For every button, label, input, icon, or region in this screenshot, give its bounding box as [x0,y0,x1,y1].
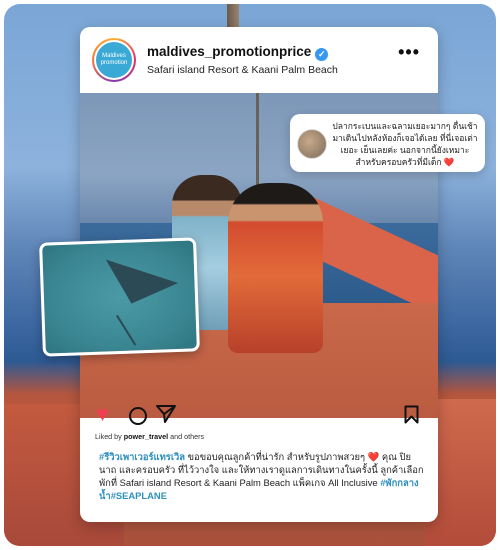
post-caption: #รีวิวเพาเวอร์แทรเวิล ขอขอบคุณลูกค้าที่น… [99,450,424,502]
avatar-logo: Maldives promotion [96,42,132,78]
like-heart-icon[interactable]: ♥ [96,403,109,425]
comment-bubble: ปลากระเบนและฉลามเยอะมากๆ ตื่นเช้ามาเดินไ… [290,114,485,172]
photo-person-woman [228,183,323,353]
share-icon[interactable] [156,405,176,423]
post-location[interactable]: Safari island Resort & Kaani Palm Beach [147,64,338,76]
avatar-text-line2: promotion [100,60,128,66]
more-options-icon[interactable]: ••• [398,42,420,63]
post-header: Maldives promotion maldives_promotionpri… [80,27,438,93]
liked-by-text: Liked by power_travel and others [95,432,204,441]
verified-badge-icon: ✓ [315,48,329,61]
username[interactable]: maldives_promotionprice ✓ [147,44,329,61]
liked-prefix: Liked by [95,432,124,441]
manta-ray-tail [116,314,137,346]
caption-hashtag-review[interactable]: #รีวิวเพาเวอร์แทรเวิล [99,451,185,462]
username-text: maldives_promotionprice [147,44,312,59]
commenter-avatar [297,129,327,159]
comment-icon[interactable] [129,407,147,425]
liked-user-link[interactable]: power_travel [124,432,168,441]
liked-suffix: and others [168,432,205,441]
avatar-text-line1: Maldives [102,53,126,59]
caption-hashtag-seaplane[interactable]: #SEAPLANE [111,490,167,501]
bookmark-icon[interactable] [404,405,419,424]
comment-text: ปลากระเบนและฉลามเยอะมากๆ ตื่นเช้ามาเดินไ… [332,121,478,167]
avatar-frame: Maldives promotion [94,40,134,80]
manta-ray-photo-overlay [39,237,200,357]
profile-avatar[interactable]: Maldives promotion [92,38,136,82]
manta-ray-shape [95,259,179,316]
